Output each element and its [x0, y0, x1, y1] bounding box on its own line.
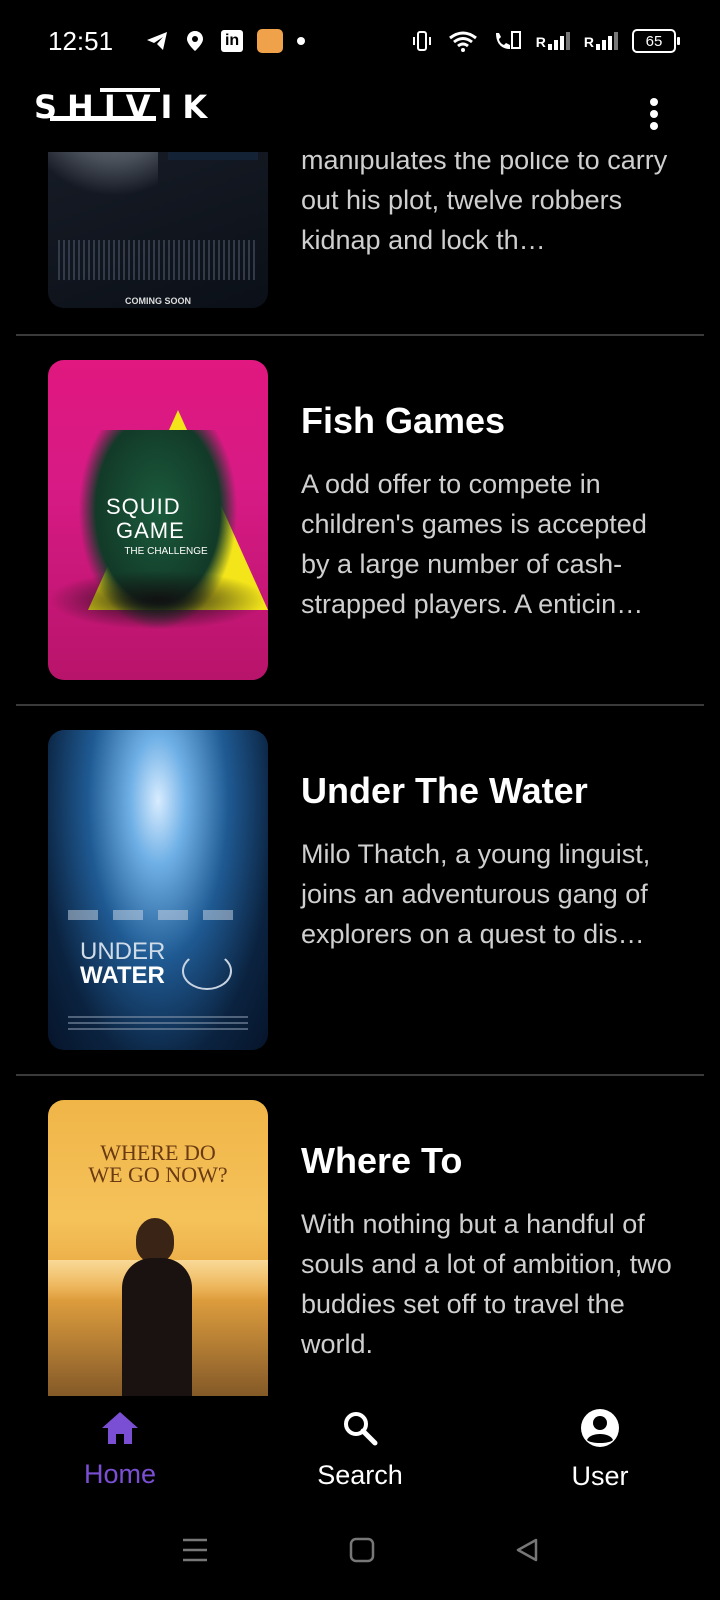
nav-user[interactable]: User: [500, 1408, 700, 1492]
nav-home[interactable]: Home: [20, 1410, 220, 1490]
poster-subtitle: THE CHALLENGE: [124, 546, 208, 557]
movie-item[interactable]: UNDER WATER Under The Water Milo Thatch,…: [16, 704, 704, 1076]
battery-level: 65: [645, 32, 663, 50]
wifi-icon: [448, 29, 478, 53]
system-navigation-bar: [0, 1504, 720, 1600]
nav-home-label: Home: [83, 1459, 157, 1489]
movie-description: manipulates the police to carry out his …: [301, 145, 668, 255]
back-triangle-icon[interactable]: [514, 1537, 540, 1568]
dot-icon: [297, 37, 306, 45]
home-icon: [100, 1410, 140, 1453]
movie-item[interactable]: WHERE DO WE GO NOW? Where To With nothin…: [16, 1074, 704, 1396]
amazon-icon: [257, 29, 284, 53]
laurel-icon: [182, 952, 232, 990]
volte-call-icon: [492, 29, 522, 53]
bottom-navigation: Home Search User: [0, 1396, 720, 1504]
more-vert-icon[interactable]: [648, 98, 660, 130]
account-circle-icon: [580, 1408, 620, 1455]
movie-poster: UNDER WATER: [48, 730, 268, 1050]
linkedin-icon: in: [221, 30, 244, 52]
search-icon: [341, 1409, 379, 1454]
nav-search-label: Search: [317, 1460, 403, 1490]
movie-poster: SQUID GAME THE CHALLENGE: [48, 360, 268, 680]
location-icon: [183, 29, 207, 53]
poster-caption: COMING SOON: [124, 296, 191, 306]
poster-title: WATER: [80, 962, 165, 989]
movie-item[interactable]: SQUID GAME THE CHALLENGE Fish Games A od…: [16, 334, 704, 706]
poster-title: SQUID: [106, 494, 181, 519]
signal-icon: R: [536, 32, 570, 50]
poster-title: WE GO NOW?: [88, 1162, 228, 1187]
movie-title: Where To: [301, 1140, 463, 1181]
logo-underline: [50, 116, 156, 121]
nav-user-label: User: [571, 1461, 629, 1491]
movie-description: A odd offer to compete in children's gam…: [301, 469, 647, 619]
home-square-icon[interactable]: [349, 1537, 375, 1568]
telegram-icon: [145, 29, 169, 53]
status-bar: 12:51 in R R 65: [0, 0, 720, 82]
movie-title: Under The Water: [301, 770, 588, 811]
vibrate-icon: [410, 29, 434, 53]
poster-title: GAME: [116, 518, 185, 543]
battery-icon: 65: [632, 29, 680, 53]
status-time: 12:51: [48, 25, 114, 56]
movie-title: Fish Games: [301, 400, 506, 441]
nav-search[interactable]: Search: [260, 1409, 460, 1491]
person-figure: [136, 1218, 174, 1262]
logo-overline: [100, 88, 160, 92]
recents-icon[interactable]: [180, 1537, 210, 1568]
movie-poster: WHERE DO WE GO NOW?: [48, 1100, 268, 1396]
movie-description: Milo Thatch, a young linguist, joins an …: [301, 839, 651, 949]
signal-icon: R: [584, 32, 618, 50]
movie-description: With nothing but a handful of souls and …: [301, 1209, 672, 1359]
movie-list[interactable]: COMING SOON manipulates the police to ca…: [0, 0, 720, 1396]
